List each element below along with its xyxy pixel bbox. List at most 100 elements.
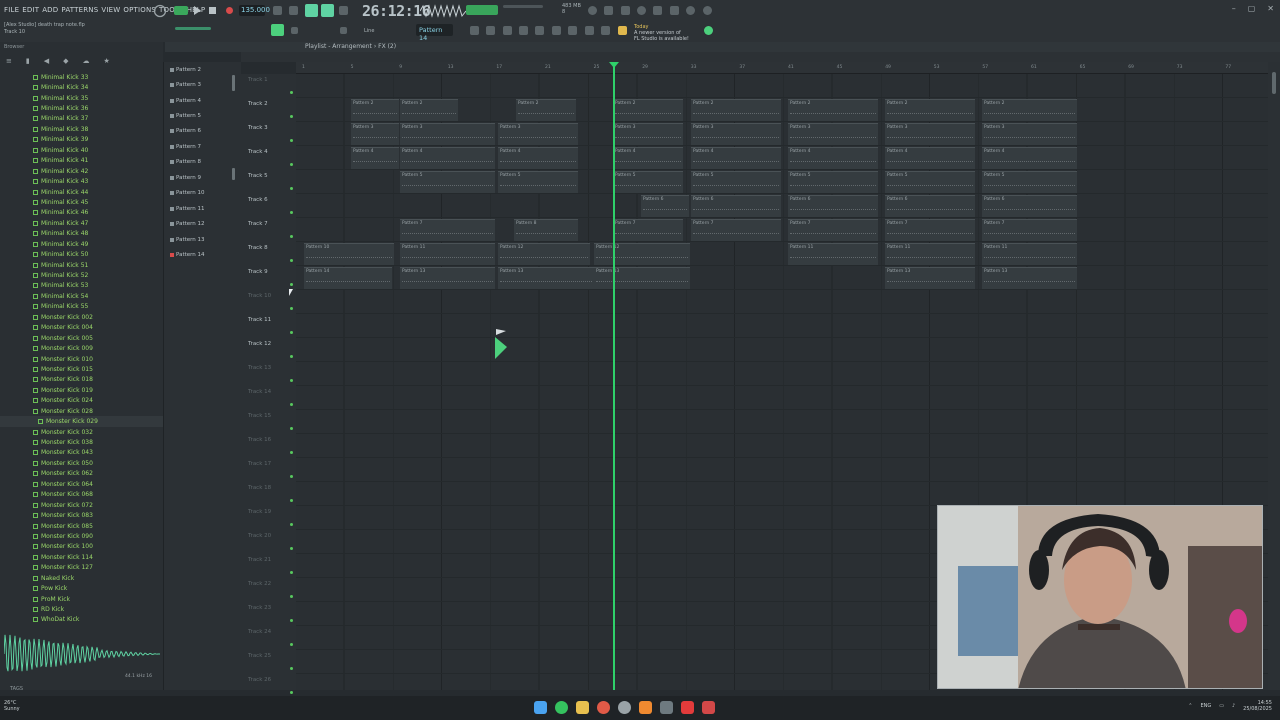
browser-list-item[interactable]: Minimal Kick 53 (0, 281, 163, 291)
playlist-clip[interactable]: Pattern 5 (400, 171, 495, 193)
playlist-clip[interactable]: Pattern 8 (514, 219, 578, 241)
playlist-clip[interactable]: Pattern 11 (885, 243, 975, 265)
browser-list-item[interactable]: Pow Kick (0, 583, 163, 593)
playlist-clip[interactable]: Pattern 3 (691, 123, 781, 145)
picker-pattern-item[interactable]: Pattern 2 (164, 62, 241, 77)
playlist-clip[interactable]: Pattern 7 (613, 219, 683, 241)
browser-list-item[interactable]: Minimal Kick 45 (0, 197, 163, 207)
playlist-clip[interactable]: Pattern 2 (516, 99, 576, 121)
browser-list-item[interactable]: Minimal Kick 52 (0, 270, 163, 280)
browser-list-item[interactable]: Minimal Kick 46 (0, 208, 163, 218)
help-icon[interactable] (637, 6, 646, 15)
timeline-ruler[interactable]: 1591317212529333741454953576165697377818… (296, 62, 1280, 74)
browser-delete-icon[interactable]: ▮ (26, 57, 30, 65)
track-mute-led[interactable] (290, 427, 293, 430)
picker-pattern-item[interactable]: Pattern 3 (164, 77, 241, 92)
browser-list-item[interactable]: Monster Kick 002 (0, 312, 163, 322)
playlist-clip[interactable]: Pattern 7 (982, 219, 1077, 241)
browser-cloud-icon[interactable]: ☁ (83, 57, 90, 65)
picker-pattern-item[interactable]: Pattern 13 (164, 232, 241, 247)
playlist-clip[interactable]: Pattern 5 (498, 171, 578, 193)
picker-pattern-item[interactable]: Pattern 14 (164, 247, 241, 262)
playlist-clip[interactable]: Pattern 4 (613, 147, 683, 169)
browser-list-item[interactable]: Monster Kick 028 (0, 406, 163, 416)
browser-list-item[interactable]: Monster Kick 068 (0, 490, 163, 500)
mixer-window-icon[interactable] (486, 26, 495, 35)
browser-list-item[interactable]: Minimal Kick 33 (0, 72, 163, 82)
playlist-clip[interactable]: Pattern 13 (594, 267, 690, 289)
track-label[interactable]: Track 12 (248, 341, 271, 347)
track-label[interactable]: Track 25 (248, 653, 271, 659)
track-mute-led[interactable] (290, 355, 293, 358)
browser-list-item[interactable]: Minimal Kick 43 (0, 176, 163, 186)
browser-list-item[interactable]: Minimal Kick 49 (0, 239, 163, 249)
track-label[interactable]: Track 24 (248, 629, 271, 635)
browser-list-item[interactable]: Minimal Kick 50 (0, 249, 163, 259)
playlist-clip[interactable]: Pattern 3 (788, 123, 878, 145)
minimize-button[interactable]: – (1232, 4, 1236, 13)
typing-keyboard-icon[interactable] (321, 4, 334, 17)
track-label[interactable]: Track 3 (248, 125, 268, 131)
browser-list-item[interactable]: Monster Kick 090 (0, 531, 163, 541)
playlist-clip[interactable]: Pattern 13 (885, 267, 975, 289)
playlist-clip[interactable]: Pattern 7 (691, 219, 781, 241)
picker-scrollbar-lower[interactable] (232, 168, 235, 180)
playlist-clip[interactable]: Pattern 13 (400, 267, 495, 289)
weather-widget[interactable]: 26°C Sunny (4, 700, 20, 712)
playlist-clip[interactable]: Pattern 7 (788, 219, 878, 241)
browser-list-item[interactable]: Monster Kick 029 (0, 416, 163, 427)
browser-list-item[interactable]: Monster Kick 083 (0, 510, 163, 520)
browser-list-item[interactable]: Minimal Kick 35 (0, 93, 163, 103)
playlist-clip[interactable]: Pattern 5 (885, 171, 975, 193)
snap-label[interactable]: Line (364, 28, 374, 34)
browser-list-item[interactable]: Monster Kick 019 (0, 385, 163, 395)
browser-star-icon[interactable]: ★ (104, 57, 110, 65)
playlist-clip[interactable]: Pattern 4 (351, 147, 399, 169)
picker-pattern-item[interactable]: Pattern 4 (164, 93, 241, 108)
track-mute-led[interactable] (290, 523, 293, 526)
pattern-add-icon[interactable] (470, 26, 479, 35)
track-mute-led[interactable] (290, 451, 293, 454)
track-label[interactable]: Track 9 (248, 269, 268, 275)
track-label[interactable]: Track 15 (248, 413, 271, 419)
track-mute-led[interactable] (290, 187, 293, 190)
browser-list-item[interactable]: Minimal Kick 48 (0, 229, 163, 239)
playlist-clip[interactable]: Pattern 14 (304, 267, 392, 289)
browser-list-item[interactable]: Monster Kick 085 (0, 521, 163, 531)
browser-list-item[interactable]: Monster Kick 072 (0, 500, 163, 510)
metronome-icon[interactable] (273, 6, 282, 15)
track-label[interactable]: Track 21 (248, 557, 271, 563)
browser-list-item[interactable]: ProM Kick (0, 594, 163, 604)
track-mute-led[interactable] (290, 403, 293, 406)
track-mute-led[interactable] (290, 499, 293, 502)
track-mute-led[interactable] (290, 547, 293, 550)
track-label[interactable]: Track 2 (248, 101, 268, 107)
playlist-clip[interactable]: Pattern 7 (885, 219, 975, 241)
browser-list-item[interactable]: Minimal Kick 37 (0, 114, 163, 124)
track-mute-led[interactable] (290, 571, 293, 574)
browser-list-item[interactable]: Monster Kick 043 (0, 448, 163, 458)
picker-pattern-item[interactable]: Pattern 9 (164, 170, 241, 185)
close-button[interactable]: ✕ (1267, 4, 1274, 13)
vertical-scrollbar[interactable] (1268, 62, 1280, 690)
playlist-clip[interactable]: Pattern 6 (641, 195, 689, 217)
track-mute-led[interactable] (290, 211, 293, 214)
tags-label[interactable]: TAGS (10, 686, 23, 692)
track-label[interactable]: Track 18 (248, 485, 271, 491)
draw-tool-icon[interactable] (291, 27, 298, 34)
track-mute-led[interactable] (290, 619, 293, 622)
playlist-clip[interactable]: Pattern 2 (613, 99, 683, 121)
browser-list-item[interactable]: Monster Kick 127 (0, 563, 163, 573)
cut-tool-icon[interactable] (604, 6, 613, 15)
picker-pattern-item[interactable]: Pattern 5 (164, 108, 241, 123)
browser-list-item[interactable]: Minimal Kick 42 (0, 166, 163, 176)
microphone-icon[interactable] (621, 6, 630, 15)
browser-list-item[interactable]: Minimal Kick 51 (0, 260, 163, 270)
plugin-picker-icon[interactable] (568, 26, 577, 35)
playlist-clip[interactable]: Pattern 7 (400, 219, 495, 241)
track-mute-led[interactable] (290, 115, 293, 118)
browser-list-item[interactable]: Minimal Kick 39 (0, 135, 163, 145)
wait-input-icon[interactable] (289, 6, 298, 15)
mixer-icon[interactable] (670, 6, 679, 15)
browser-list-item[interactable]: Monster Kick 050 (0, 458, 163, 468)
